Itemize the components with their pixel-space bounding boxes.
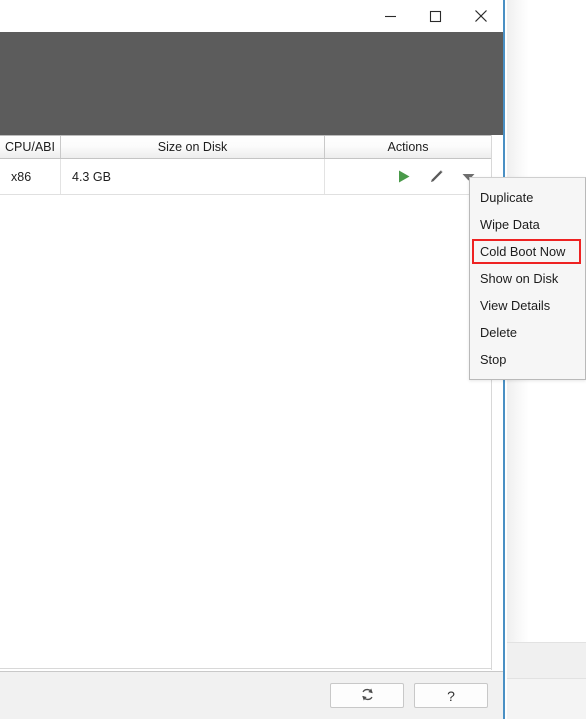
menu-item-cold-boot-now[interactable]: Cold Boot Now: [470, 238, 585, 265]
menu-item-stop-label: Stop: [480, 352, 507, 367]
close-icon: [474, 9, 488, 23]
menu-item-wipe-data[interactable]: Wipe Data: [470, 211, 585, 238]
help-icon: ?: [447, 687, 455, 704]
menu-item-delete-label: Delete: [480, 325, 517, 340]
actions-context-menu: Duplicate Wipe Data Cold Boot Now Show o…: [469, 177, 586, 380]
minimize-button[interactable]: [368, 0, 413, 32]
table-header-row: CPU/ABI Size on Disk Actions: [0, 135, 491, 159]
column-header-size-on-disk-label: Size on Disk: [157, 140, 228, 154]
column-header-cpu-abi[interactable]: CPU/ABI: [0, 136, 61, 158]
play-icon[interactable]: [395, 168, 413, 186]
device-manager-window: CPU/ABI Size on Disk Actions x86 4.3 GB: [0, 0, 503, 719]
menu-item-show-on-disk-label: Show on Disk: [480, 271, 559, 286]
maximize-icon: [429, 10, 442, 23]
help-button[interactable]: ?: [414, 683, 488, 708]
screen-root: CPU/ABI Size on Disk Actions x86 4.3 GB: [0, 0, 586, 719]
menu-item-duplicate-label: Duplicate: [480, 190, 534, 205]
column-header-cpu-abi-label: CPU/ABI: [4, 140, 55, 154]
menu-item-show-on-disk[interactable]: Show on Disk: [470, 265, 585, 292]
menu-item-stop[interactable]: Stop: [470, 346, 585, 373]
background-app-strip-upper: [507, 642, 586, 678]
refresh-button[interactable]: [330, 683, 404, 708]
footer-bar: ?: [0, 671, 503, 719]
cell-cpu-abi: x86: [0, 159, 61, 194]
cell-cpu-abi-value: x86: [11, 169, 32, 184]
cell-actions: [325, 159, 491, 194]
column-header-size-on-disk[interactable]: Size on Disk: [61, 136, 325, 158]
menu-item-view-details[interactable]: View Details: [470, 292, 585, 319]
cell-size-on-disk-value: 4.3 GB: [72, 169, 111, 184]
title-bar: [0, 0, 503, 32]
menu-item-delete[interactable]: Delete: [470, 319, 585, 346]
menu-item-wipe-data-label: Wipe Data: [480, 217, 540, 232]
table-row[interactable]: x86 4.3 GB: [0, 159, 491, 195]
menu-item-duplicate[interactable]: Duplicate: [470, 184, 585, 211]
maximize-button[interactable]: [413, 0, 458, 32]
table-empty-area: [0, 195, 491, 669]
column-header-actions[interactable]: Actions: [325, 136, 491, 158]
menu-item-view-details-label: View Details: [480, 298, 551, 313]
banner-area: [0, 32, 503, 135]
close-button[interactable]: [458, 0, 503, 32]
column-header-actions-label: Actions: [387, 140, 429, 154]
minimize-icon: [384, 10, 397, 23]
device-table: CPU/ABI Size on Disk Actions x86 4.3 GB: [0, 135, 503, 671]
menu-item-cold-boot-now-label: Cold Boot Now: [480, 244, 566, 259]
refresh-icon: [360, 687, 375, 705]
pencil-icon[interactable]: [427, 168, 445, 186]
background-app-strip-lower: [507, 678, 586, 719]
cell-size-on-disk: 4.3 GB: [61, 159, 325, 194]
